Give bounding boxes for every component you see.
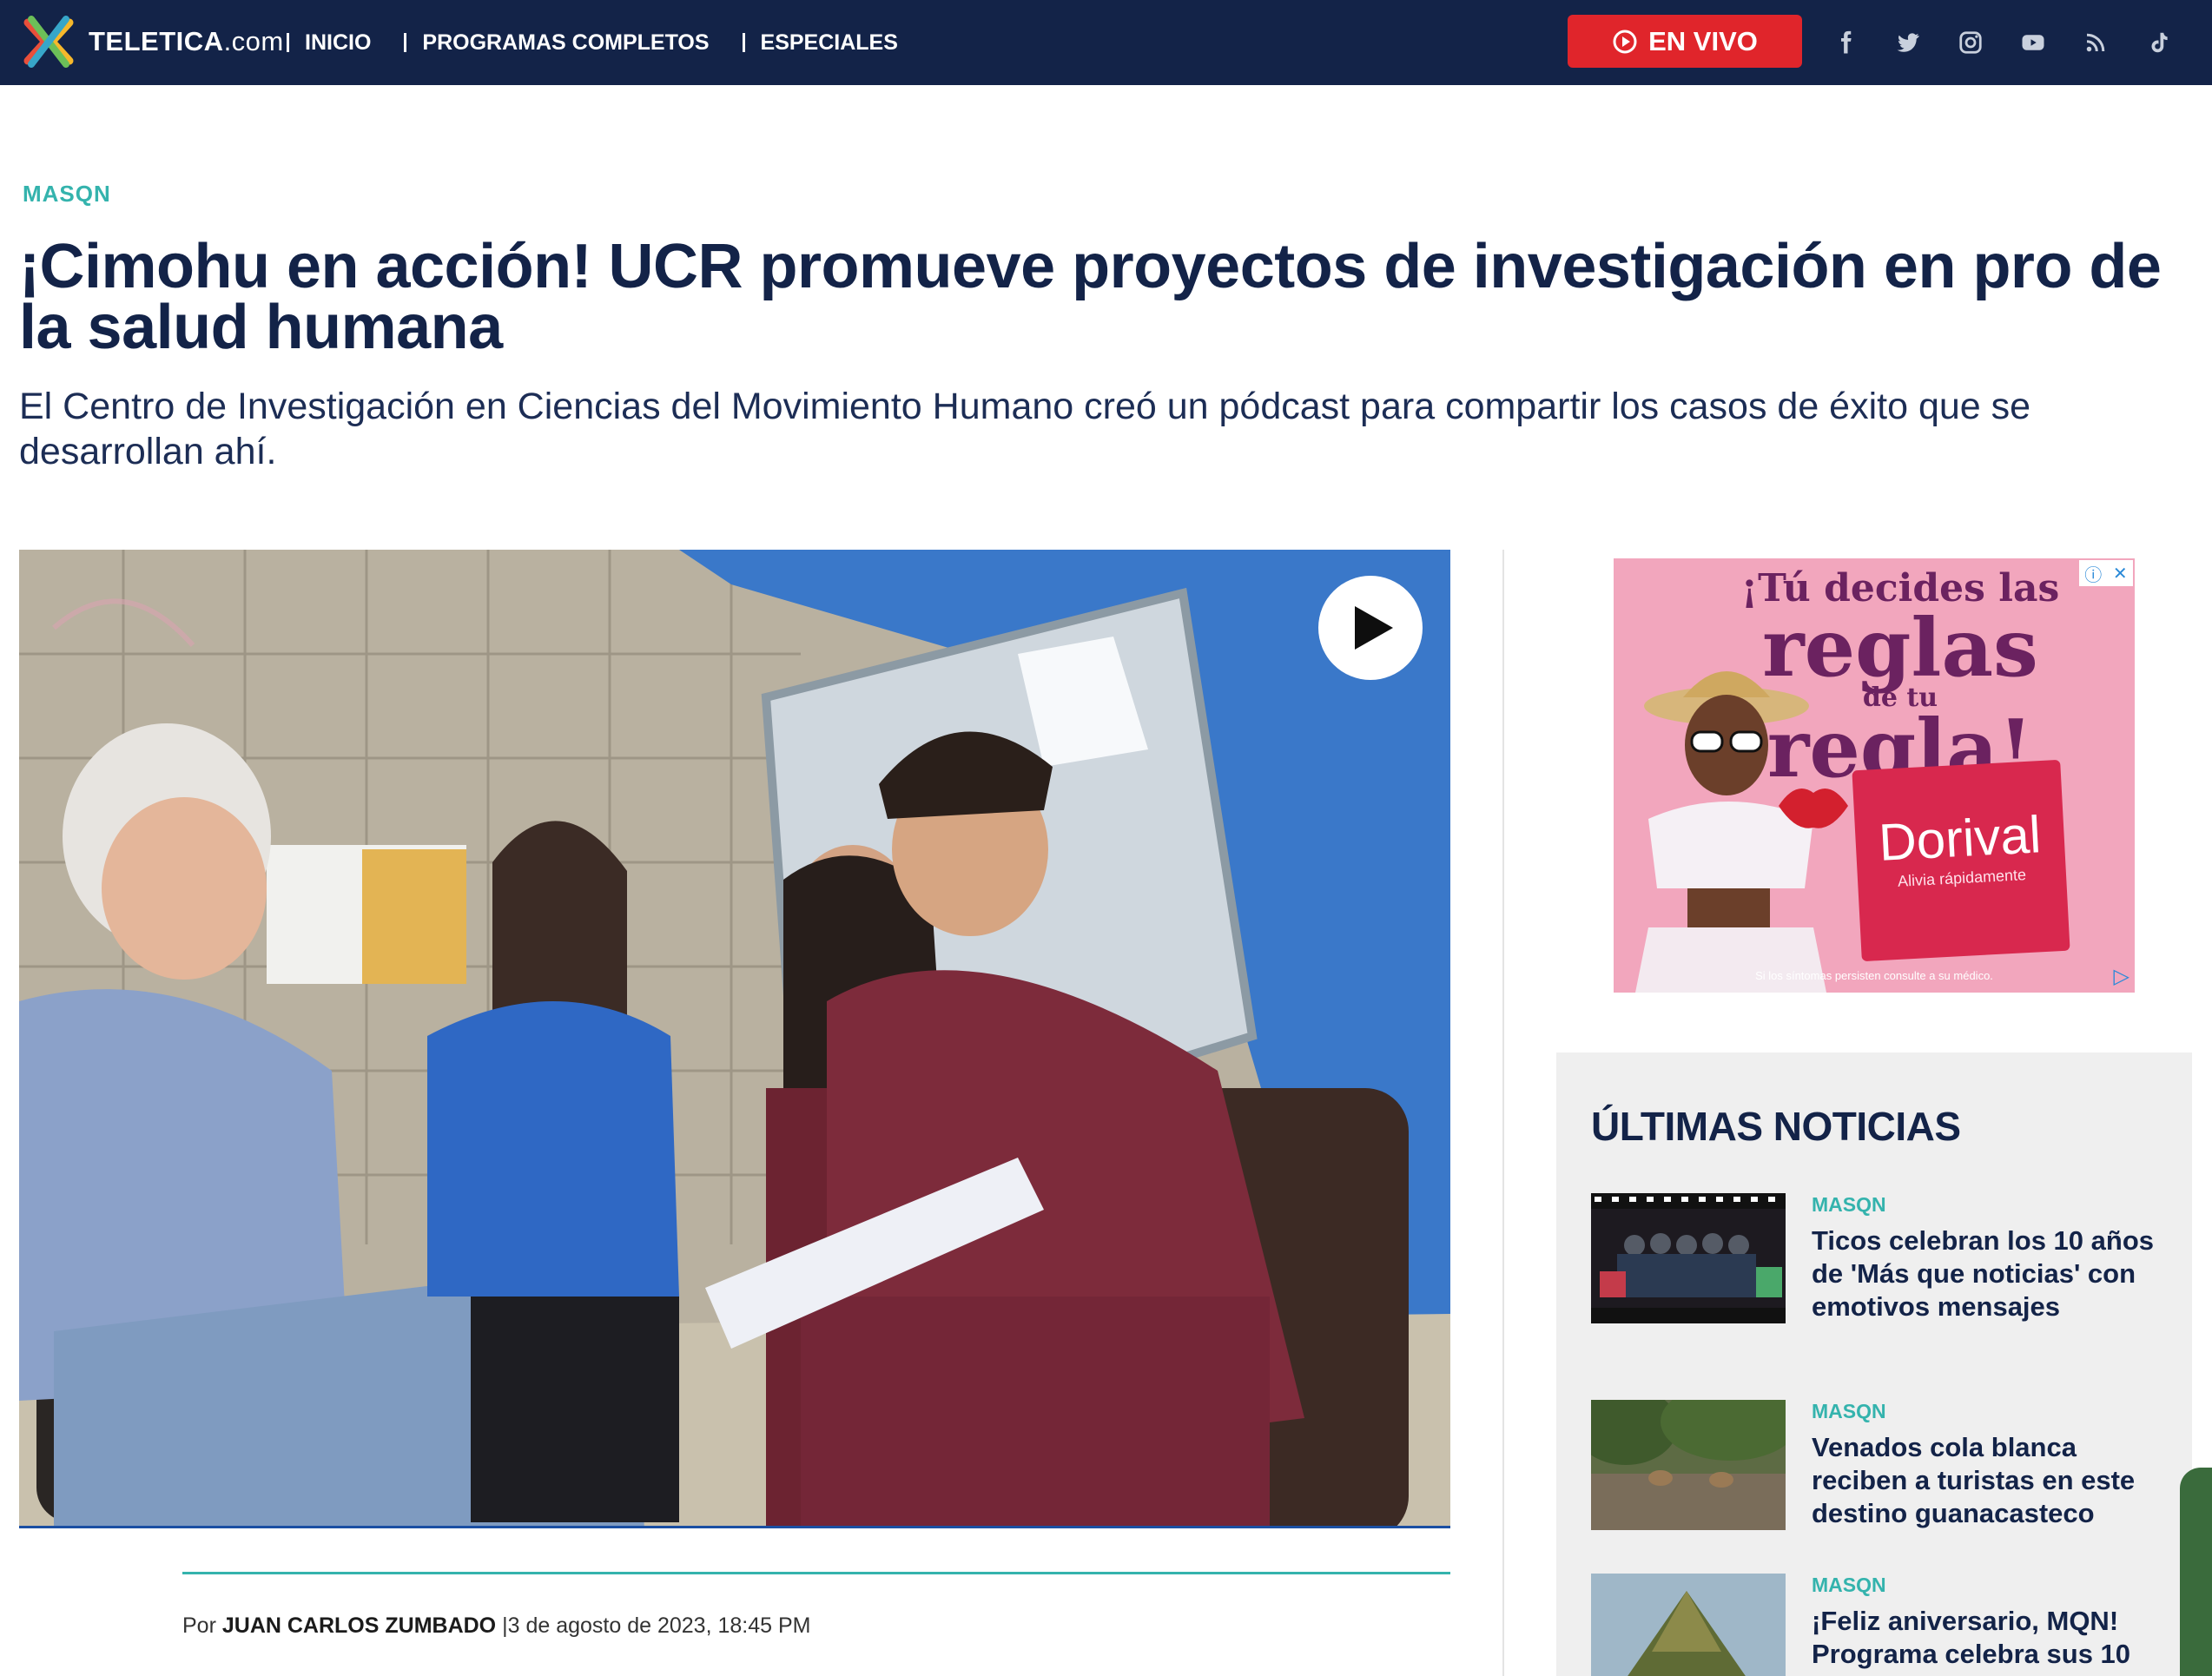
ad-brand: Dorival <box>1877 805 2043 872</box>
instagram-icon[interactable] <box>1952 24 1989 61</box>
live-button[interactable]: EN VIVO <box>1568 15 1802 68</box>
logo-wordmark: TELETICA.com <box>89 26 284 56</box>
rss-icon[interactable] <box>2077 24 2114 61</box>
news-thumbnail[interactable] <box>1591 1193 1786 1323</box>
floating-widget[interactable] <box>2180 1468 2212 1676</box>
news-headline[interactable]: Venados cola blanca reciben a turistas e… <box>1812 1431 2159 1530</box>
close-icon[interactable]: ✕ <box>2113 563 2128 584</box>
article-category[interactable]: MASQN <box>23 181 111 208</box>
nav-item-inicio[interactable]: INICIO <box>287 30 371 56</box>
ad-disclaimer: Si los síntomas persisten consulte a su … <box>1755 969 1993 982</box>
ad-product-box: Dorival Alivia rápidamente <box>1852 759 2070 962</box>
nav-item-label: INICIO <box>305 30 372 55</box>
nav-item-label: ESPECIALES <box>760 30 898 55</box>
publish-date: |3 de agosto de 2023, 18:45 PM <box>502 1613 811 1638</box>
teletica-logo[interactable]: TELETICA.com <box>21 14 284 69</box>
twitter-icon[interactable] <box>1890 24 1926 61</box>
ad-controls: ⓘ ✕ <box>2079 560 2133 586</box>
nav-item-especiales[interactable]: ESPECIALES <box>742 30 898 56</box>
live-button-label: EN VIVO <box>1648 25 1758 56</box>
adchoices-icon[interactable]: ▷ <box>2114 964 2129 989</box>
column-separator <box>1502 550 1504 1676</box>
author-link[interactable]: JUAN CARLOS ZUMBADO <box>222 1613 496 1638</box>
play-icon <box>1355 606 1393 650</box>
top-navigation-bar: TELETICA.com INICIO PROGRAMAS COMPLETOS … <box>0 0 2212 85</box>
latest-news-title: ÚLTIMAS NOTICIAS <box>1591 1104 1961 1149</box>
sidebar-advertisement[interactable]: ¡Tú decides las reglas de tu regla! Dori… <box>1614 558 2135 993</box>
video-thumbnail-image <box>19 550 1450 1526</box>
news-thumbnail[interactable] <box>1591 1574 1786 1676</box>
nav-item-label: PROGRAMAS COMPLETOS <box>422 30 710 55</box>
news-headline[interactable]: Ticos celebran los 10 años de 'Más que n… <box>1812 1224 2159 1323</box>
play-circle-icon <box>1613 30 1637 53</box>
article-title: ¡Cimohu en acción! UCR promueve proyecto… <box>19 232 2162 362</box>
lips-icon <box>1779 789 1848 828</box>
news-thumbnail[interactable] <box>1591 1400 1786 1530</box>
latest-news-panel: ÚLTIMAS NOTICIAS MASQN Ticos celebran lo… <box>1556 1052 2192 1676</box>
video-play-button[interactable] <box>1318 576 1423 680</box>
byline-prefix: Por <box>182 1613 216 1638</box>
news-headline[interactable]: ¡Feliz aniversario, MQN! Programa celebr… <box>1812 1605 2159 1671</box>
byline-divider <box>182 1572 1450 1574</box>
news-category[interactable]: MASQN <box>1812 1400 1886 1423</box>
news-category[interactable]: MASQN <box>1812 1574 1886 1597</box>
article-subtitle: El Centro de Investigación en Ciencias d… <box>19 386 2031 472</box>
tiktok-icon[interactable] <box>2140 24 2176 61</box>
info-icon[interactable]: ⓘ <box>2084 561 2102 586</box>
article-video[interactable] <box>19 550 1450 1528</box>
article-byline: Por JUAN CARLOS ZUMBADO |3 de agosto de … <box>182 1613 810 1639</box>
nav-item-programas-completos[interactable]: PROGRAMAS COMPLETOS <box>404 30 710 56</box>
youtube-icon[interactable] <box>2015 24 2051 61</box>
news-category[interactable]: MASQN <box>1812 1193 1886 1217</box>
main-nav: INICIO PROGRAMAS COMPLETOS ESPECIALES <box>287 0 931 85</box>
facebook-icon[interactable] <box>1827 24 1864 61</box>
teletica-logo-icon <box>23 16 74 68</box>
